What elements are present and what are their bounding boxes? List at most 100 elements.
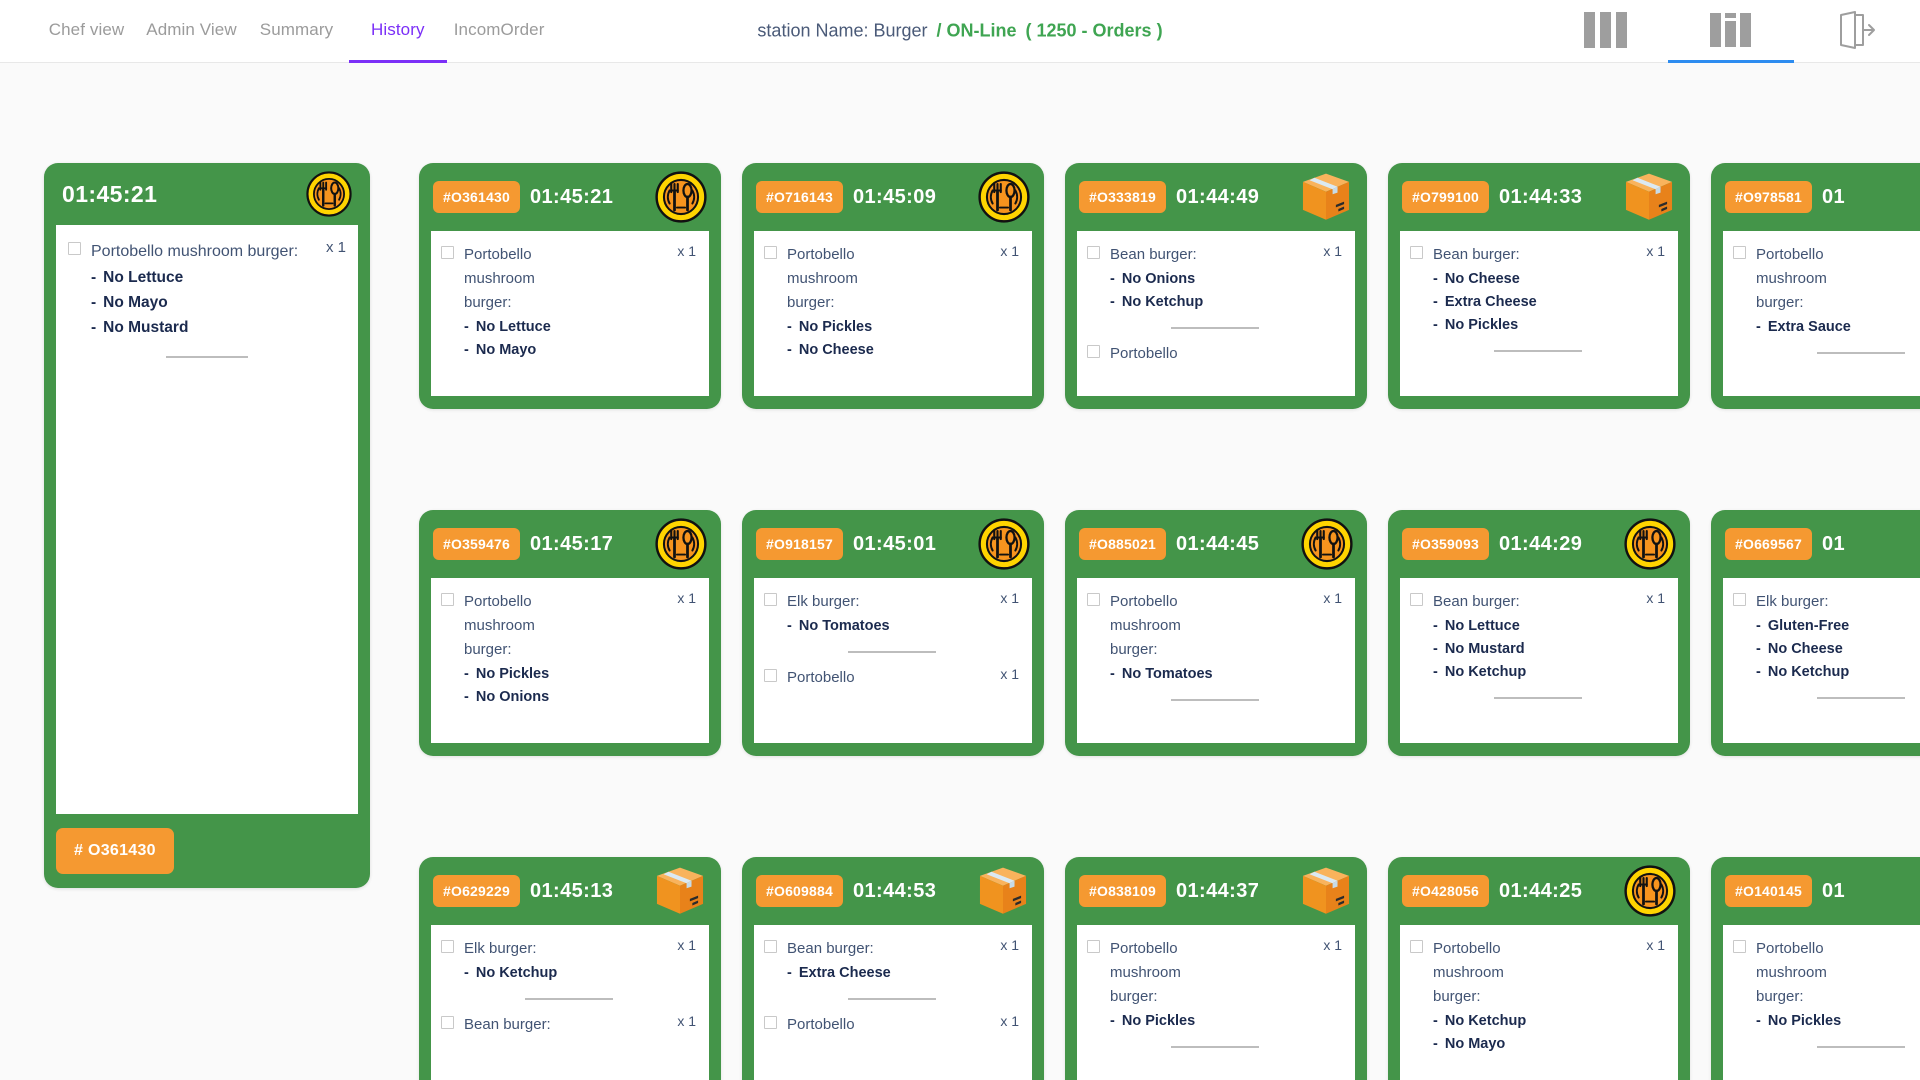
item-modifier-list: - Extra Cheese	[787, 962, 1019, 985]
item-checkbox[interactable]	[441, 940, 454, 953]
order-detail-id-badge[interactable]: # O361430	[56, 828, 174, 874]
grid-view-icon[interactable]	[1668, 0, 1794, 63]
order-id-badge[interactable]: #O359093	[1402, 528, 1489, 560]
order-id-badge[interactable]: #O333819	[1079, 181, 1166, 213]
order-card[interactable]: #O669567 01 Elk burger: - Gluten-Free - No Che…	[1711, 510, 1920, 756]
order-card[interactable]: #O629229 01:45:13 Elk burger: x 1 - No Ketchu…	[419, 857, 721, 1080]
order-item[interactable]: Portobello mushroom burger: x 1 - No Lettuc…	[441, 243, 696, 362]
order-id-badge[interactable]: #O629229	[433, 875, 520, 907]
item-checkbox[interactable]	[1087, 246, 1100, 259]
item-checkbox[interactable]	[441, 593, 454, 606]
order-item[interactable]: Bean burger: x 1- No Lettuce - No Mustard - No…	[1410, 590, 1665, 684]
order-card[interactable]: #O140145 01 Portobello mushroom burger: - No…	[1711, 857, 1920, 1080]
order-item[interactable]: Portobello mushroom burger: x 1 - No Pickle…	[764, 243, 1019, 362]
item-modifier: - No Onions	[464, 689, 550, 705]
order-card[interactable]: #O978581 01 Portobello mushroom burger:x 1…	[1711, 163, 1920, 409]
order-id-badge[interactable]: #O978581	[1725, 181, 1812, 213]
item-modifier-list: - No Tomatoes	[1110, 663, 1342, 686]
item-checkbox[interactable]	[1733, 593, 1746, 606]
item-checkbox[interactable]	[1733, 940, 1746, 953]
order-card[interactable]: #O918157 01:45:01 Elk burger: x 1 - No Tomato…	[742, 510, 1044, 756]
order-item[interactable]: Portobello mushroom burger: x 1 - No Ketchu…	[1410, 937, 1665, 1056]
order-card[interactable]: #O716143 01:45:09 Portobello mushroom burg…	[742, 163, 1044, 409]
order-item[interactable]: Portobello	[1087, 342, 1342, 366]
column-view-icon[interactable]	[1542, 0, 1668, 63]
order-item[interactable]: Portobello mushroom burger: - No Pickles	[1733, 937, 1920, 1033]
order-detail-footer: # O361430	[56, 814, 358, 874]
nav-tab-chef-view[interactable]: Chef view	[34, 0, 139, 63]
item-checkbox[interactable]	[1087, 593, 1100, 606]
order-item[interactable]: Portobello x 1	[764, 666, 1019, 690]
item-modifier-list: - No Pickles	[1756, 1010, 1920, 1033]
order-id-badge[interactable]: #O140145	[1725, 875, 1812, 907]
order-card[interactable]: #O333819 01:44:49 Bean burger: x 1 - No Onion…	[1065, 163, 1367, 409]
order-id-badge[interactable]: #O838109	[1079, 875, 1166, 907]
order-item[interactable]: Elk burger: x 1 - No Tomatoes	[764, 590, 1019, 638]
order-card[interactable]: #O428056 01:44:25 Portobello mushroom burg…	[1388, 857, 1690, 1080]
order-detail-card[interactable]: 01:45:21 Portobello mushroom burger: x 1 -…	[44, 163, 370, 888]
order-id-badge[interactable]: #O428056	[1402, 875, 1489, 907]
order-item[interactable]: Portobello mushroom burger: x 1 - No Tomato…	[1087, 590, 1342, 686]
item-checkbox[interactable]	[764, 940, 777, 953]
item-name: Portobello mushroom burger:	[787, 246, 858, 311]
item-modifier-list: - No Lettuce - No Mayo	[464, 316, 696, 362]
item-checkbox[interactable]	[441, 246, 454, 259]
order-card-items: Elk burger: x 1 - No Tomatoes Portobello x 1	[754, 578, 1032, 743]
nav-tab-admin-view[interactable]: Admin View	[139, 0, 244, 63]
item-checkbox[interactable]	[1087, 345, 1100, 358]
order-card[interactable]: #O799100 01:44:33 Bean burger: x 1 - No Chees…	[1388, 163, 1690, 409]
order-item[interactable]: Portobello mushroom burger:x 1-Extra Sau…	[1733, 243, 1920, 339]
order-item[interactable]: Bean burger: x 1- No Cheese - Extra Cheese - N…	[1410, 243, 1665, 337]
order-item[interactable]: Bean burger: x 1 - Extra Cheese	[764, 937, 1019, 985]
order-item[interactable]: Bean burger: x 1	[441, 1013, 696, 1037]
order-card[interactable]: #O359093 01:44:29 Bean burger: x 1 - No Lettu…	[1388, 510, 1690, 756]
order-id-badge[interactable]: #O669567	[1725, 528, 1812, 560]
order-card[interactable]: #O609884 01:44:53 Bean burger: x 1 - Extra Ch…	[742, 857, 1044, 1080]
item-checkbox[interactable]	[1087, 940, 1100, 953]
order-id-badge[interactable]: #O361430	[433, 181, 520, 213]
item-checkbox[interactable]	[1410, 940, 1423, 953]
item-name: Portobello	[787, 669, 855, 686]
order-card[interactable]: #O359476 01:45:17 Portobello mushroom burg…	[419, 510, 721, 756]
order-card[interactable]: #O885021 01:44:45 Portobello mushroom burg…	[1065, 510, 1367, 756]
order-id-badge[interactable]: #O359476	[433, 528, 520, 560]
item-checkbox[interactable]	[1410, 246, 1423, 259]
order-item[interactable]: Portobello mushroom burger: x 1 - No Pickle…	[1087, 937, 1342, 1033]
item-checkbox[interactable]	[764, 593, 777, 606]
item-quantity: x 1	[1646, 243, 1665, 259]
item-checkbox[interactable]	[764, 246, 777, 259]
order-id-badge[interactable]: #O885021	[1079, 528, 1166, 560]
order-id-badge[interactable]: #O609884	[756, 875, 843, 907]
item-quantity: x 1	[677, 243, 696, 259]
logout-icon[interactable]	[1794, 0, 1920, 63]
order-item[interactable]: Portobello mushroom burger: x 1 - No Lettuc…	[68, 239, 346, 340]
order-id-badge[interactable]: #O716143	[756, 181, 843, 213]
item-checkbox[interactable]	[1733, 246, 1746, 259]
item-modifier-list: - No Cheese - Extra Cheese - No Pickles	[1433, 268, 1665, 337]
order-item[interactable]: Portobello mushroom burger: x 1 - No Pickle…	[441, 590, 696, 709]
order-item[interactable]: Portobello x 1	[764, 1013, 1019, 1037]
takeaway-icon	[1622, 172, 1676, 223]
order-item[interactable]: Elk burger: x 1 - No Ketchup	[441, 937, 696, 985]
nav-tab-incomorder[interactable]: IncomOrder	[447, 0, 552, 63]
order-card-header: #O669567 01	[1723, 510, 1920, 578]
order-card[interactable]: #O361430 01:45:21 Portobello mushroom burg…	[419, 163, 721, 409]
order-card[interactable]: #O838109 01:44:37 Portobello mushroom burg…	[1065, 857, 1367, 1080]
order-item[interactable]: Bean burger: x 1 - No Onions - No Ketchup	[1087, 243, 1342, 314]
order-card-items: Bean burger: x 1 - No Onions - No Ketchup Port…	[1077, 231, 1355, 396]
item-checkbox[interactable]	[764, 669, 777, 682]
order-card-header: #O609884 01:44:53	[754, 857, 1032, 925]
item-checkbox[interactable]	[764, 1016, 777, 1029]
order-item[interactable]: Elk burger: - Gluten-Free - No Cheese - No Ket…	[1733, 590, 1920, 684]
order-time: 01:44:53	[853, 879, 937, 902]
item-checkbox[interactable]	[68, 242, 81, 255]
nav-tab-history[interactable]: History	[349, 0, 447, 63]
item-checkbox[interactable]	[441, 1016, 454, 1029]
item-checkbox[interactable]	[1410, 593, 1423, 606]
item-divider	[1493, 697, 1582, 699]
order-id-badge[interactable]: #O799100	[1402, 181, 1489, 213]
item-modifier: - No Mayo	[91, 294, 168, 311]
order-time: 01:44:49	[1176, 185, 1260, 208]
order-id-badge[interactable]: #O918157	[756, 528, 843, 560]
nav-tab-summary[interactable]: Summary	[244, 0, 349, 63]
